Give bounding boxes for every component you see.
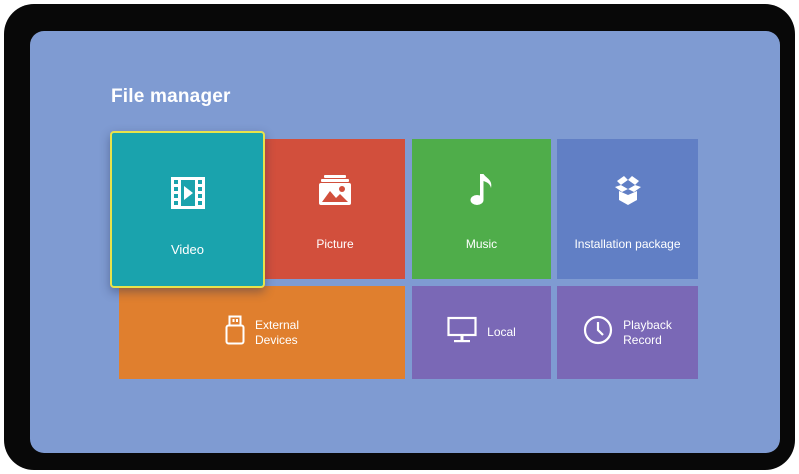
clock-icon <box>583 315 613 350</box>
external-label-line2: Devices <box>254 332 298 347</box>
film-play-icon <box>170 176 205 215</box>
page-title: File manager <box>111 86 231 107</box>
picture-label: Picture <box>316 237 354 251</box>
video-label: Video <box>170 242 204 257</box>
file-manager-screen: File manager Video Picture Music Install… <box>30 31 780 453</box>
playback-label-line2: Record <box>623 332 662 347</box>
installation-package-label: Installation package <box>574 237 681 251</box>
usb-drive-icon <box>225 315 245 350</box>
monitor-icon <box>447 316 477 349</box>
installation-package-tile[interactable]: Installation package <box>557 139 698 279</box>
external-devices-tile[interactable]: External Devices <box>119 286 405 379</box>
image-icon <box>319 175 351 210</box>
music-tile[interactable]: Music <box>412 139 551 279</box>
video-tile[interactable]: Video <box>110 131 265 288</box>
picture-tile[interactable]: Picture <box>265 139 405 279</box>
local-tile[interactable]: Local <box>412 286 551 379</box>
playback-label-line1: Playback <box>623 317 672 332</box>
music-label: Music <box>465 237 498 251</box>
package-icon <box>611 173 645 212</box>
local-label: Local <box>487 325 516 339</box>
playback-record-label: Playback Record <box>623 318 672 348</box>
external-devices-label: External Devices <box>255 318 299 348</box>
external-label-line1: External <box>254 317 300 332</box>
playback-record-tile[interactable]: Playback Record <box>557 286 698 379</box>
music-note-icon <box>470 173 494 212</box>
